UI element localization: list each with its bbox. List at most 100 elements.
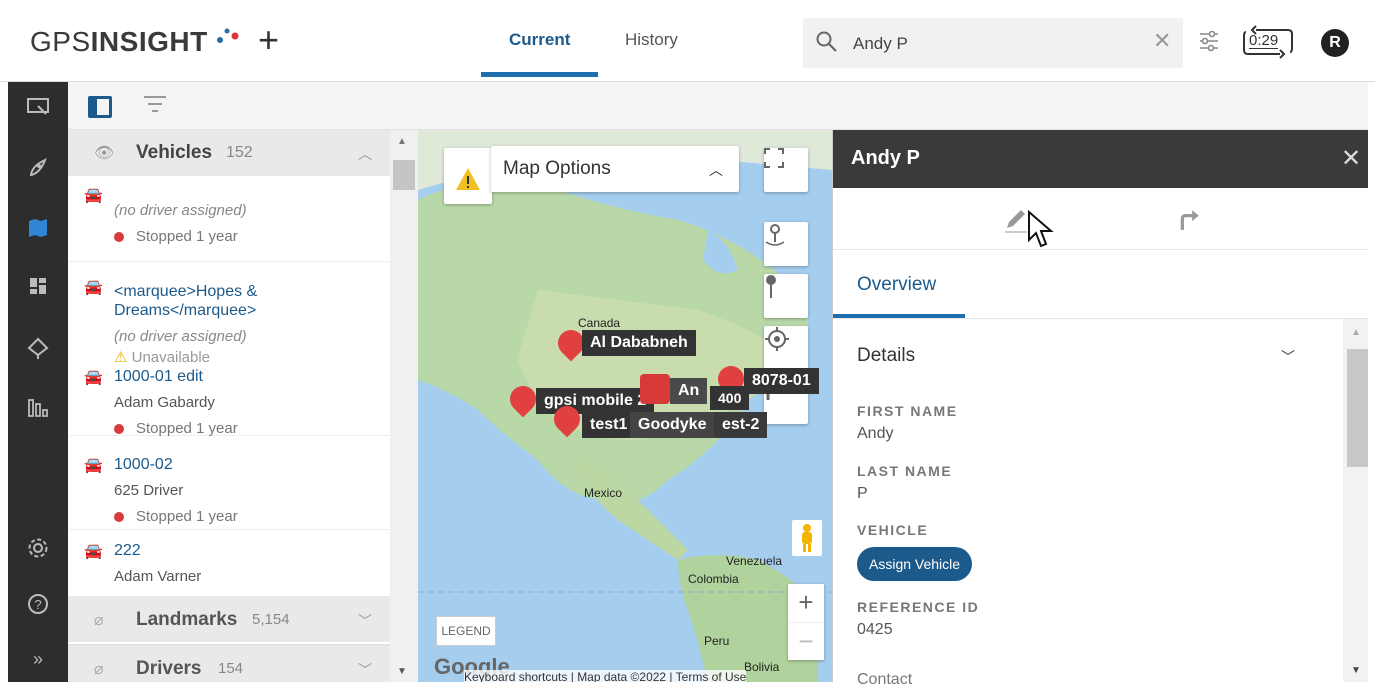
plus-icon[interactable]: + xyxy=(258,22,279,58)
crosshair-icon xyxy=(765,327,789,351)
scroll-down-icon[interactable]: ▼ xyxy=(397,666,407,677)
pin-button[interactable] xyxy=(764,274,808,318)
chevron-up-icon[interactable]: ︿ xyxy=(358,144,372,164)
scroll-thumb[interactable] xyxy=(393,160,415,190)
vehicle-name[interactable]: 222 xyxy=(114,542,141,560)
reference-id-value: 0425 xyxy=(857,621,893,638)
marker-label[interactable]: gpsi mobile 2 xyxy=(536,388,655,414)
keyboard-shortcuts-link[interactable]: Keyboard shortcuts xyxy=(464,670,567,682)
drivers-header[interactable]: ⌀ Drivers 154 ﹀ xyxy=(68,644,390,682)
close-icon[interactable]: ✕ xyxy=(1341,144,1361,173)
driver-name: Adam Varner xyxy=(114,568,202,585)
avatar[interactable]: R xyxy=(1321,29,1349,57)
map-view[interactable]: Map Options ︿ Al Dababneh gpsi mobile 2 … xyxy=(418,130,832,682)
cluster-marker[interactable] xyxy=(640,374,670,404)
chevron-down-icon[interactable]: ﹀ xyxy=(358,660,372,680)
chevron-down-icon[interactable]: ﹀ xyxy=(1281,347,1295,367)
driver-name: (no driver assigned) xyxy=(114,202,247,219)
map-attribution: Keyboard shortcuts | Map data ©2022 | Te… xyxy=(464,670,747,682)
terms-link[interactable]: Terms of Use xyxy=(676,670,747,682)
eye-off-icon[interactable]: ⌀ xyxy=(94,659,104,679)
eye-off-icon[interactable]: ⌀ xyxy=(94,610,104,630)
chevron-down-icon[interactable]: ﹀ xyxy=(358,611,372,631)
scroll-up-icon[interactable]: ▲ xyxy=(397,136,407,147)
fullscreen-button[interactable] xyxy=(764,148,808,192)
directions-icon[interactable] xyxy=(1177,208,1203,232)
help-icon[interactable]: ? xyxy=(25,592,51,618)
marker-label[interactable]: 400 xyxy=(710,386,750,410)
chevron-up-icon[interactable]: ︿ xyxy=(709,160,723,180)
logo[interactable]: GPSINSIGHT xyxy=(30,26,208,58)
place-label: Bolivia xyxy=(744,660,780,674)
street-view-icon[interactable] xyxy=(792,520,822,556)
list-item[interactable]: 🚘 <marquee>Hopes & Dreams</marquee> (no … xyxy=(68,264,390,352)
scroll-down-icon[interactable]: ▼ xyxy=(1351,665,1361,676)
scroll-up-icon[interactable]: ▲ xyxy=(1351,327,1361,338)
marker-label[interactable]: 8078-01 xyxy=(744,368,819,394)
close-icon[interactable]: ✕ xyxy=(1153,28,1171,54)
list-scrollbar[interactable]: ▲ ▼ xyxy=(390,130,418,682)
search-icon[interactable] xyxy=(815,30,839,54)
add-landmark-button[interactable] xyxy=(764,222,808,266)
map-options-dropdown[interactable]: Map Options ︿ xyxy=(491,146,739,192)
car-icon: 🚘 xyxy=(84,543,103,560)
field-label: LAST NAME xyxy=(857,463,953,479)
eye-icon[interactable]: 👁 xyxy=(94,143,114,163)
top-bar: GPSINSIGHT + Current History ✕ 0:29 R xyxy=(0,0,1375,82)
scroll-thumb[interactable] xyxy=(1347,349,1369,467)
field-label: FIRST NAME xyxy=(857,403,958,419)
car-icon: 🚘 xyxy=(84,369,103,386)
map-icon[interactable] xyxy=(25,216,51,242)
field-label: REFERENCE ID xyxy=(857,599,980,615)
marker-label[interactable]: Al Dababneh xyxy=(582,330,696,356)
warning-icon xyxy=(456,168,480,190)
filter-icon[interactable] xyxy=(144,96,166,114)
settings-icon[interactable] xyxy=(25,536,51,562)
list-item[interactable]: 🚘 222 Adam Varner xyxy=(68,534,390,596)
rocket-icon[interactable] xyxy=(25,156,51,182)
expand-icon[interactable]: » xyxy=(25,646,51,672)
dashboard-icon[interactable] xyxy=(25,276,51,302)
logo-dots-icon xyxy=(217,28,239,43)
detail-scrollbar[interactable]: ▲ ▼ xyxy=(1343,319,1371,682)
marker-label[interactable]: est-2 xyxy=(714,412,768,438)
search-input[interactable] xyxy=(853,32,1133,56)
place-label: Peru xyxy=(704,634,730,648)
landmark-icon[interactable] xyxy=(25,336,51,362)
vehicle-name[interactable]: 1000-01 edit xyxy=(114,368,203,386)
list-item[interactable]: 🚘 (no driver assigned) Stopped 1 year xyxy=(68,182,390,262)
sliders-icon[interactable] xyxy=(1198,30,1220,52)
marker-label[interactable]: An xyxy=(670,378,708,404)
zoom-in-button[interactable]: + xyxy=(788,584,824,622)
tab-history[interactable]: History xyxy=(625,30,678,50)
vehicles-count: 152 xyxy=(226,144,253,161)
locate-button[interactable] xyxy=(764,326,808,370)
vehicle-name[interactable]: 1000-02 xyxy=(114,456,173,474)
driver-name: (no driver assigned) xyxy=(114,328,247,345)
place-label: Venezuela xyxy=(726,554,783,568)
marker-label[interactable]: test1 xyxy=(582,412,636,438)
drivers-count: 154 xyxy=(218,660,244,677)
reports-icon[interactable] xyxy=(25,394,51,420)
marker-label[interactable]: Goodyke xyxy=(630,412,715,438)
tab-overview[interactable]: Overview xyxy=(857,274,936,296)
panel-toggle-icon[interactable] xyxy=(88,96,112,118)
refresh-timer[interactable]: 0:29 xyxy=(1240,24,1296,60)
svg-text:?: ? xyxy=(34,597,41,612)
list-item[interactable]: 🚘 1000-02 625 Driver Stopped 1 year xyxy=(68,448,390,530)
legend-button[interactable]: LEGEND xyxy=(436,616,496,646)
right-edge xyxy=(1368,82,1375,682)
driver-detail-panel: Andy P ✕ Overview Details ﹀ FIRST NAME A… xyxy=(832,130,1371,688)
landmarks-header[interactable]: ⌀ Landmarks 5,154 ﹀ xyxy=(68,596,390,642)
warning-button[interactable] xyxy=(444,148,492,204)
zoom-control[interactable]: + − xyxy=(788,584,824,660)
place-label: Mexico xyxy=(584,486,623,500)
vehicles-header[interactable]: 👁 Vehicles 152 ︿ xyxy=(68,130,390,176)
list-item[interactable]: ⚠ Unavailable 🚘 1000-01 edit Adam Gabard… xyxy=(68,346,390,437)
assign-vehicle-button[interactable]: Assign Vehicle xyxy=(857,547,973,581)
search-box[interactable]: ✕ xyxy=(803,18,1183,68)
zoom-out-button[interactable]: − xyxy=(788,622,824,660)
tab-current[interactable]: Current xyxy=(509,30,570,50)
vehicle-name[interactable]: <marquee>Hopes & Dreams</marquee> xyxy=(114,282,314,320)
monitor-icon[interactable] xyxy=(25,96,51,122)
